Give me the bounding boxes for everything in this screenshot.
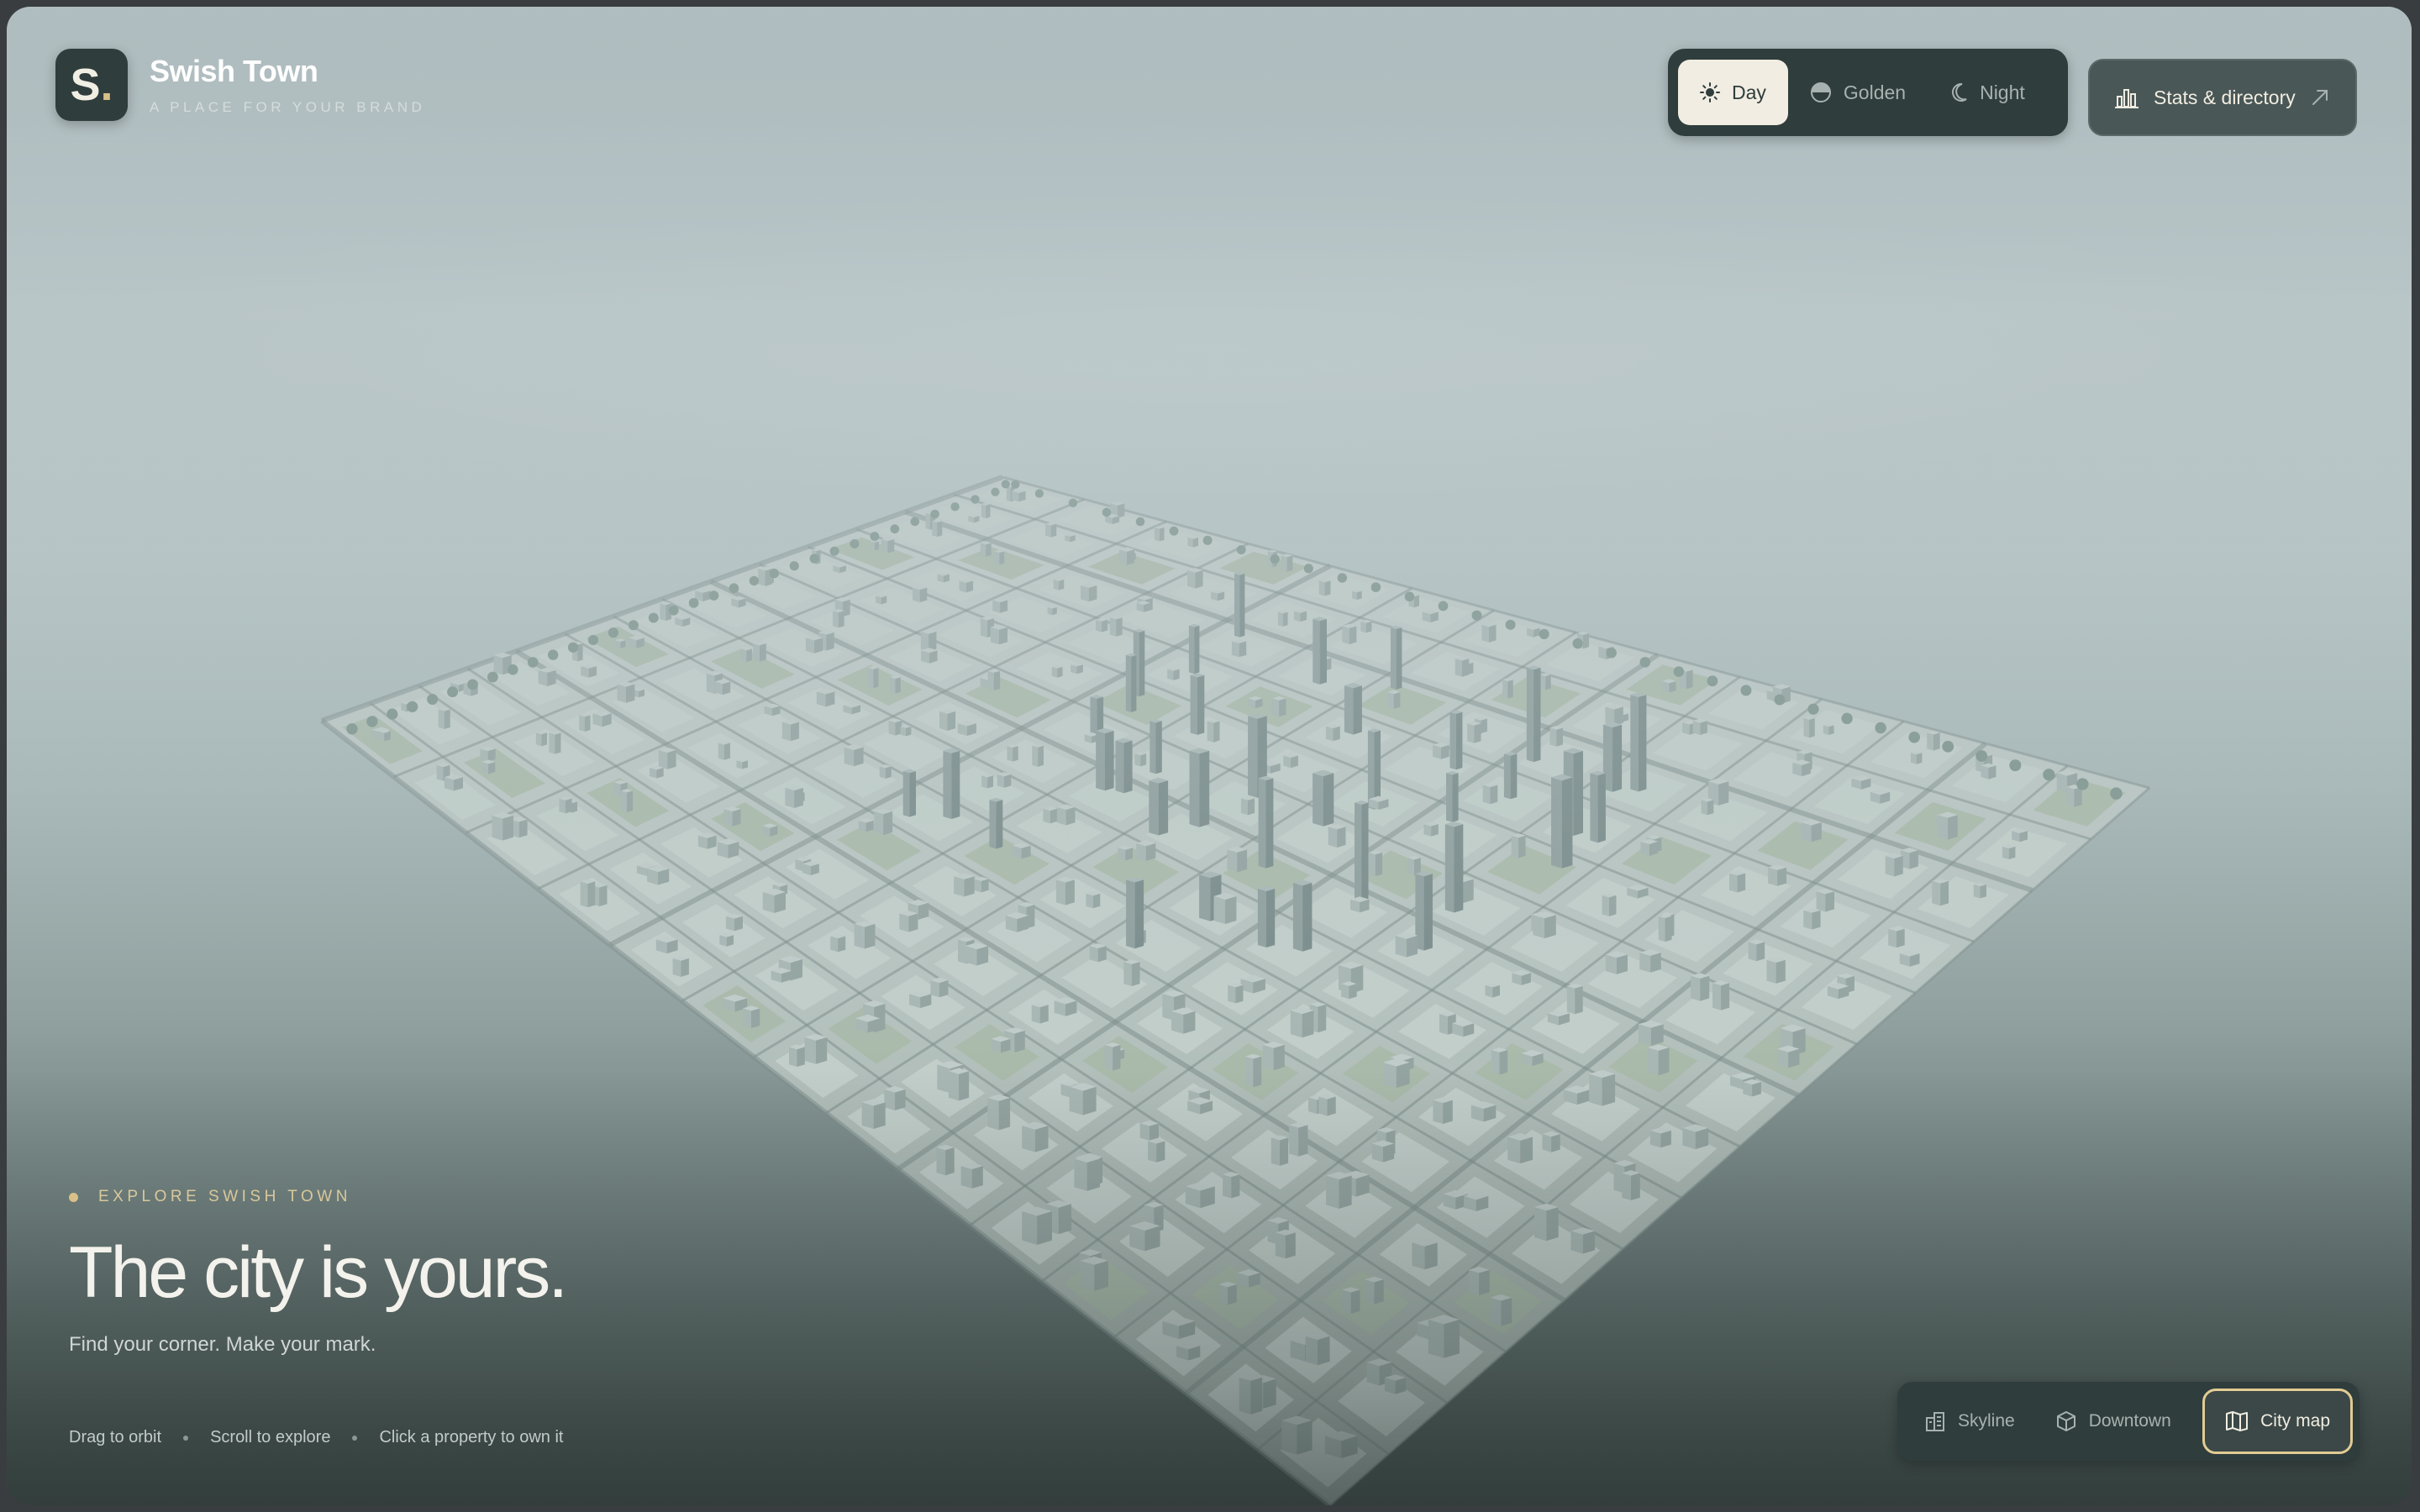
view-skyline-button[interactable]: Skyline [1904,1389,2035,1454]
stats-directory-label: Stats & directory [2154,86,2296,108]
interaction-hints: Drag to orbit Scroll to explore Click a … [69,1428,563,1447]
bar-chart-icon [2115,87,2139,108]
view-downtown-button[interactable]: Downtown [2035,1389,2191,1454]
camera-view-switcher: Skyline Downtown City map [1897,1382,2360,1461]
logo-letter: S [70,60,101,110]
arrow-up-right-icon [2310,87,2330,108]
hero-eyebrow-text: EXPLORE SWISH TOWN [98,1188,351,1205]
lighting-golden-label: Golden [1843,81,1907,103]
sun-icon [1700,82,1720,102]
cube-icon [2055,1410,2077,1432]
eyebrow-dot [69,1192,78,1202]
hero-tagline: Find your corner. Make your mark. [69,1333,376,1356]
brand: S. Swish Town A PLACE FOR YOUR BRAND [55,49,425,121]
lighting-golden-button[interactable]: Golden [1788,60,1928,125]
moon-icon [1949,82,1968,102]
brand-title: Swish Town [150,54,318,88]
lighting-day-button[interactable]: Day [1678,60,1788,125]
hero-eyebrow: EXPLORE SWISH TOWN [69,1188,566,1206]
view-city-map-label: City map [2260,1411,2330,1431]
hero: EXPLORE SWISH TOWN The city is yours. Fi… [69,1188,568,1357]
logo[interactable]: S. [55,49,128,121]
hint-drag: Drag to orbit [69,1428,162,1446]
lighting-night-label: Night [1980,81,2025,103]
brand-subtitle: A PLACE FOR YOUR BRAND [150,99,426,115]
hint-scroll: Scroll to explore [210,1428,331,1446]
buildings-icon [1924,1410,1946,1432]
hint-separator [352,1435,358,1441]
hint-separator [183,1435,189,1441]
lighting-toggle: Day Golden Night [1668,49,2068,136]
lighting-day-label: Day [1732,81,1766,103]
stats-directory-button[interactable]: Stats & directory [2088,59,2357,136]
view-skyline-label: Skyline [1958,1411,2015,1431]
view-city-map-button[interactable]: City map [2202,1389,2353,1454]
hero-headline: The city is yours. [69,1232,568,1313]
hint-click: Click a property to own it [379,1428,564,1446]
view-downtown-label: Downtown [2088,1411,2171,1431]
half-circle-icon [1810,81,1832,103]
map-icon [2225,1410,2249,1432]
lighting-night-button[interactable]: Night [1928,60,2047,125]
logo-dot: . [100,60,113,110]
